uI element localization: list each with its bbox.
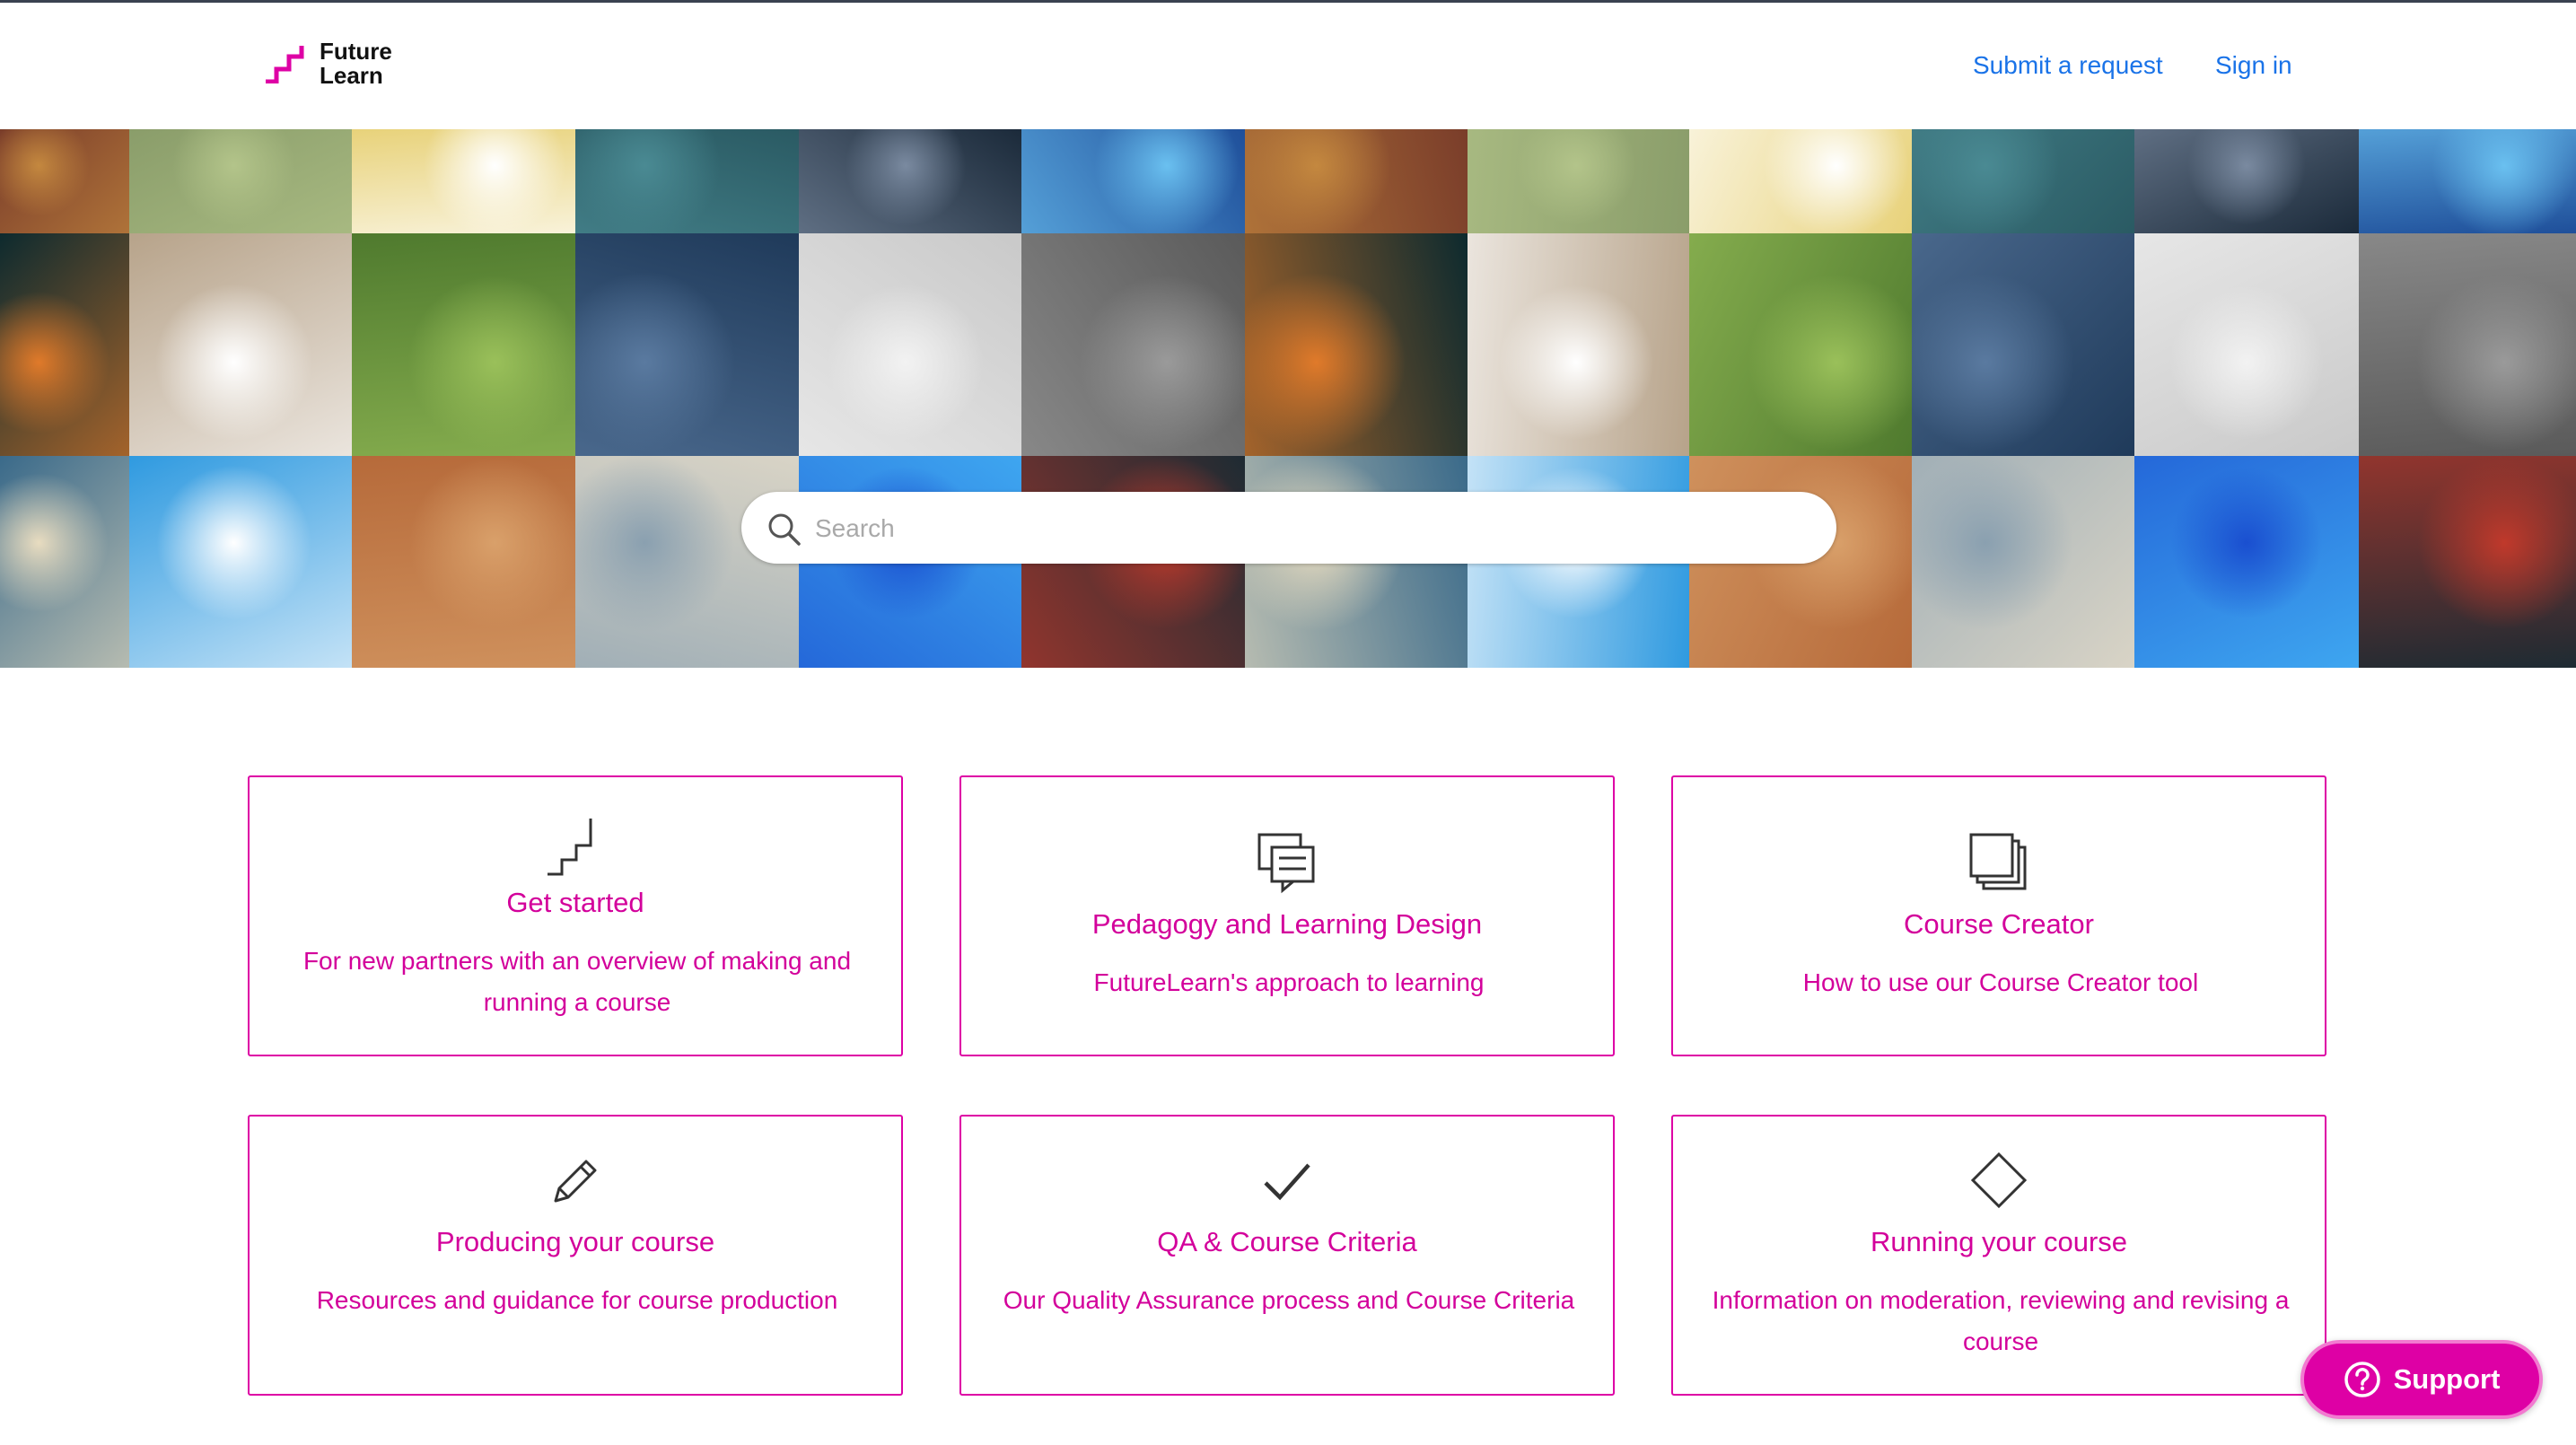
photo-tile bbox=[2134, 233, 2359, 456]
sign-in-link[interactable]: Sign in bbox=[2215, 51, 2292, 80]
photo-tile bbox=[2359, 129, 2576, 233]
logo-line-1: Future bbox=[320, 38, 392, 65]
photo-tile bbox=[352, 456, 575, 668]
chat-frames-icon bbox=[961, 831, 1613, 894]
card-title: Get started bbox=[506, 887, 644, 918]
card-title: Course Creator bbox=[1904, 908, 2094, 940]
photo-tile bbox=[352, 233, 575, 456]
card-title: Running your course bbox=[1870, 1226, 2128, 1257]
checkmark-icon bbox=[961, 1154, 1613, 1208]
logo-wordmark: Future Learn bbox=[320, 39, 392, 88]
photo-tile bbox=[352, 129, 575, 233]
photo-tile bbox=[1912, 456, 2134, 668]
photo-tile bbox=[2134, 129, 2359, 233]
site-header: Future Learn Submit a request Sign in bbox=[0, 3, 2576, 129]
photo-tile bbox=[0, 233, 129, 456]
card-course-creator[interactable]: Course Creator How to use our Course Cre… bbox=[1671, 775, 2326, 1056]
photo-tile bbox=[1689, 233, 1912, 456]
search-bar[interactable] bbox=[741, 492, 1836, 564]
hero-banner bbox=[0, 129, 2576, 668]
diamond-icon bbox=[1673, 1151, 2325, 1210]
support-button[interactable]: Support bbox=[2300, 1340, 2543, 1419]
support-label: Support bbox=[2393, 1363, 2501, 1395]
photo-tile bbox=[1245, 233, 1468, 456]
card-pedagogy[interactable]: Pedagogy and Learning Design FutureLearn… bbox=[959, 775, 1615, 1056]
photo-tile bbox=[2359, 456, 2576, 668]
pencil-icon bbox=[250, 1154, 901, 1208]
steps-icon bbox=[250, 815, 901, 878]
card-producing[interactable]: Producing your course Resources and guid… bbox=[248, 1115, 903, 1396]
photo-tile bbox=[2359, 233, 2576, 456]
card-title: Producing your course bbox=[435, 1226, 715, 1257]
card-description: Resources and guidance for course produc… bbox=[316, 1286, 838, 1314]
card-qa-criteria[interactable]: QA & Course Criteria Our Quality Assuran… bbox=[959, 1115, 1615, 1396]
steps-logo-icon bbox=[266, 46, 304, 83]
search-input[interactable] bbox=[813, 506, 1804, 551]
card-title: QA & Course Criteria bbox=[1157, 1226, 1417, 1257]
photo-tile bbox=[799, 129, 1021, 233]
photo-tile bbox=[1689, 129, 1912, 233]
card-description: For new partners with an overview of mak… bbox=[302, 947, 852, 1016]
photo-tile bbox=[0, 129, 129, 233]
photo-tile bbox=[1912, 233, 2134, 456]
photo-tile bbox=[129, 129, 352, 233]
photo-tile bbox=[2134, 456, 2359, 668]
card-description: Our Quality Assurance process and Course… bbox=[1003, 1286, 1575, 1314]
photo-tile bbox=[1912, 129, 2134, 233]
card-title: Pedagogy and Learning Design bbox=[1091, 908, 1483, 940]
photo-tile bbox=[575, 129, 799, 233]
photo-tile bbox=[0, 456, 129, 668]
futurelearn-logo[interactable]: Future Learn bbox=[264, 39, 392, 89]
card-get-started[interactable]: Get started For new partners with an ove… bbox=[248, 775, 903, 1056]
logo-line-2: Learn bbox=[320, 62, 383, 89]
photo-tile bbox=[1468, 129, 1689, 233]
photo-tile bbox=[1468, 233, 1689, 456]
photo-tile bbox=[575, 233, 799, 456]
submit-request-link[interactable]: Submit a request bbox=[1973, 51, 2163, 80]
question-icon bbox=[2344, 1362, 2380, 1397]
photo-tile bbox=[1021, 129, 1245, 233]
card-running[interactable]: Running your course Information on moder… bbox=[1671, 1115, 2326, 1396]
photo-tile bbox=[1021, 233, 1245, 456]
card-description: Information on moderation, reviewing and… bbox=[1712, 1286, 2290, 1355]
stacked-pages-icon bbox=[1673, 831, 2325, 894]
photo-tile bbox=[799, 233, 1021, 456]
photo-tile bbox=[129, 456, 352, 668]
card-description: FutureLearn's approach to learning bbox=[1093, 968, 1485, 996]
card-description: How to use our Course Creator tool bbox=[1802, 968, 2199, 996]
photo-tile bbox=[129, 233, 352, 456]
photo-tile bbox=[1245, 129, 1468, 233]
search-icon bbox=[768, 513, 801, 546]
